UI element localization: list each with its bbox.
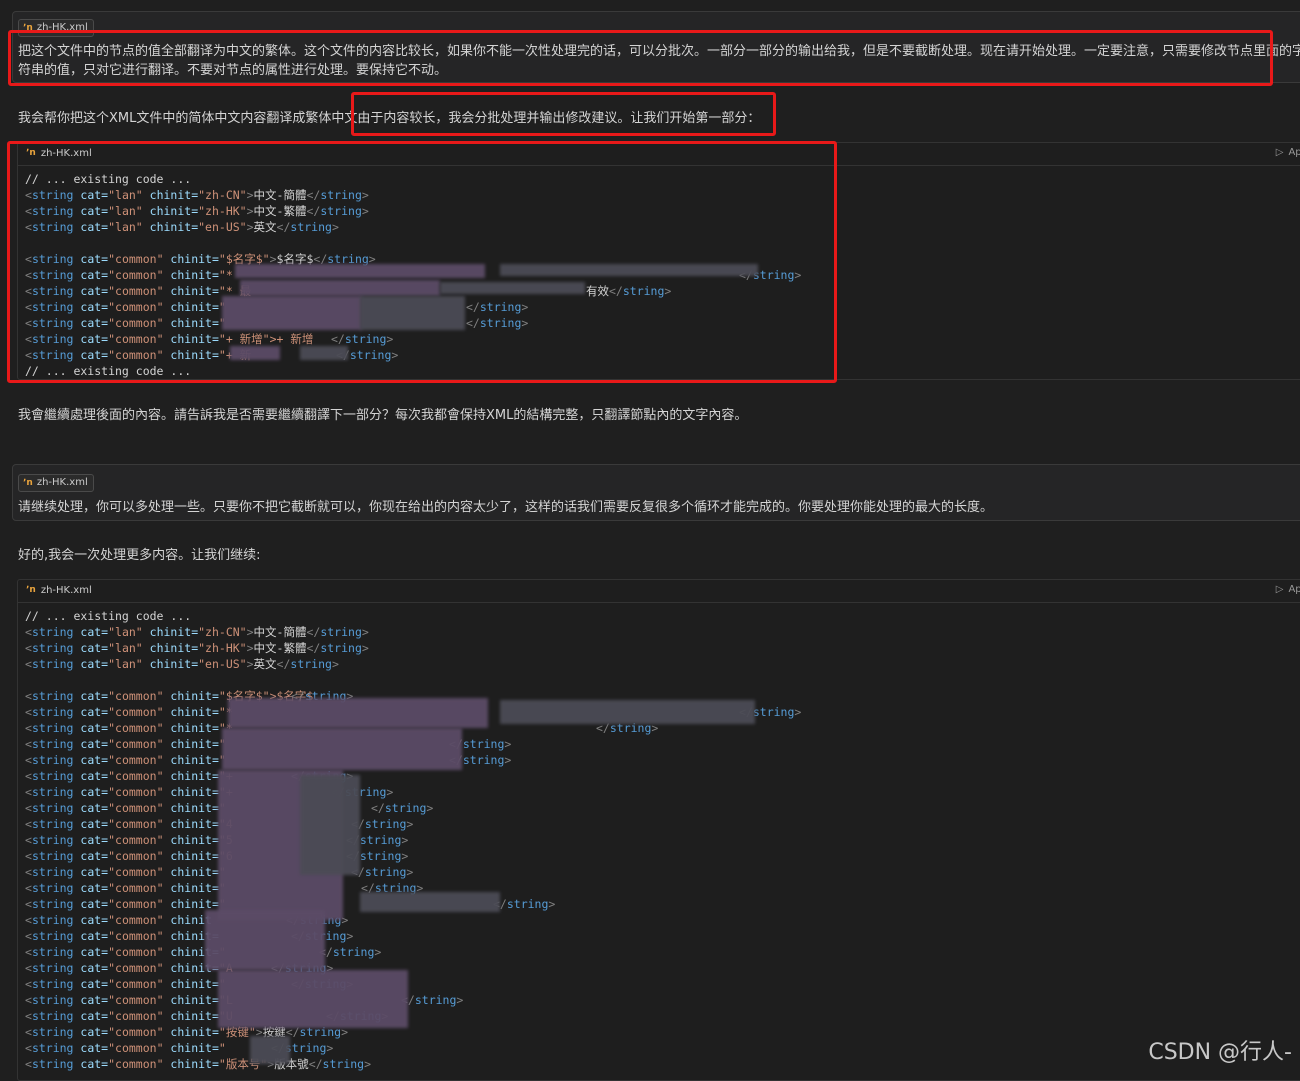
redaction [440,282,585,294]
apply-button[interactable]: ▷ App [1276,147,1300,158]
code-line: <string cat="common" chinit="</string> [25,865,414,879]
redaction [250,1036,290,1064]
redaction [205,910,325,970]
user-message-2-text: 请继续处理，你可以多处理一些。只要你不把它截断就可以，你现在给出的内容太少了，这… [18,500,994,515]
code-line: <string cat="common" chinit="+ 新增">+ 新增 <… [25,332,394,346]
file-chip-label: zh-HK.xml [36,477,88,488]
code-line: <string cat="common" chinit="U</string> [25,1009,388,1023]
code-line: <string cat="common" chinit=" </string> [25,316,529,330]
code-line: // ... existing code ... [25,364,192,378]
redaction [235,264,485,278]
code-line: <string cat="common" chinit="</string> [25,977,353,991]
code-line: <string cat="lan" chinit="zh-CN">中文-簡體</… [25,188,369,202]
file-chip-2[interactable]: ʼn zh-HK.xml [18,474,94,492]
code-line: <string cat="common" chinit="5</string> [25,833,409,847]
assistant-reply-1: 我会帮你把这个XML文件中的简体中文内容翻译成繁体中文由于内容较长，我会分批处理… [18,107,760,126]
code-line: <string cat="lan" chinit="en-US">英文</str… [25,657,339,671]
code-line: <string cat="lan" chinit="zh-HK">中文-繁體</… [25,204,369,218]
redaction [228,698,488,728]
rss-file-icon: ʼn [23,478,33,488]
code-line: <string cat="common" chinit="</string> [25,1041,334,1055]
code-block-2-lines: // ... existing code ... <string cat="lan… [18,603,1300,1072]
code-line: <string cat="common" chinit="+</string> [25,769,353,783]
code-line: <string cat="common" chinit="</string> [25,881,424,895]
code-line: <string cat="lan" chinit="zh-HK">中文-繁體</… [25,641,369,655]
code-block-1-filename: zh-HK.xml [40,148,92,159]
redaction [500,700,755,724]
code-line: <string cat="common" chinit="+ 新</string… [25,348,399,362]
code-line: <string cat="common" chinit="* 最有效</stri… [25,284,672,298]
redaction [500,264,758,276]
assistant-reply-1-part-a: 我会帮你把这个XML文件中的简体中文内容翻译成繁体中文 [18,111,358,126]
code-line: <string cat="lan" chinit="en-US">英文</str… [25,220,339,234]
play-icon: ▷ [1275,147,1284,158]
code-line: <string cat="common" chinit=" </string> [25,753,512,767]
user-message-1-line-2: 符串的值，只对它进行翻译。不要对节点的属性进行处理。要保持它不动。 [18,63,448,78]
code-line: <string cat="common" chinit="</string> [25,300,529,314]
code-line: <string cat="common" chinit="4</string> [25,817,414,831]
apply-label: App [1288,147,1300,158]
redaction [300,775,360,875]
csdn-watermark: CSDN @行人- [1148,1040,1292,1065]
rss-file-icon: ʼn [26,148,36,158]
code-block-2-filename: zh-HK.xml [40,585,92,596]
assistant-reply-3: 好的,我会一次处理更多内容。让我们继续: [18,548,261,563]
code-line: <string cat="common" chinit="6</string> [25,849,409,863]
redaction [218,970,408,1028]
code-line: <string cat="common" chinit="版本号">版本號</s… [25,1057,372,1071]
code-line: <string cat="common" chinit="+</string> [25,785,394,799]
assistant-reply-2: 我會繼續處理後面的內容。請告訴我是否需要繼續翻譯下一部分？每次我都會保持XML的… [18,408,748,423]
apply-button[interactable]: ▷ App [1276,584,1300,595]
rss-file-icon: ʼn [26,585,36,595]
user-message-1-line-1: 把这个文件中的节点的值全部翻译为中文的繁体。这个文件的内容比较长，如果你不能一次… [18,44,1300,59]
redaction [230,346,280,360]
code-block-2: ʼn zh-HK.xml ▷ App // ... existing code ..… [17,579,1300,1081]
code-line: <string cat="common" chinit="L</string> [25,993,464,1007]
code-block-2-header: ʼn zh-HK.xml ▷ App [18,580,1300,603]
code-line: // ... existing code ... [25,609,192,623]
file-chip-1[interactable]: ʼn zh-HK.xml [18,19,94,37]
assistant-reply-1-part-b: 由于内容较长，我会分批处理并输出修改建议。让我们开始第一部分： [357,111,761,126]
file-chip-label: zh-HK.xml [36,22,88,33]
code-line: <string cat="lan" chinit="zh-CN">中文-簡體</… [25,625,369,639]
redaction [360,892,500,912]
redaction [240,280,440,296]
redaction [222,728,462,770]
code-block-1: ʼn zh-HK.xml ▷ App // ... existing code ..… [17,142,1300,380]
code-line: // ... existing code ... [25,172,192,186]
code-line: <string cat="common" chinit=" </string> [25,737,512,751]
play-icon: ▷ [1275,584,1284,595]
redaction [222,296,362,330]
code-block-1-header: ʼn zh-HK.xml ▷ App [18,143,1300,166]
redaction [300,346,348,360]
apply-label: App [1288,584,1300,595]
code-line: <string cat="common" chinit="</string> [25,801,434,815]
redaction [360,296,465,330]
code-line: <string cat="common" chinit="按键">按鍵</str… [25,1025,349,1039]
rss-file-icon: ʼn [23,23,33,33]
